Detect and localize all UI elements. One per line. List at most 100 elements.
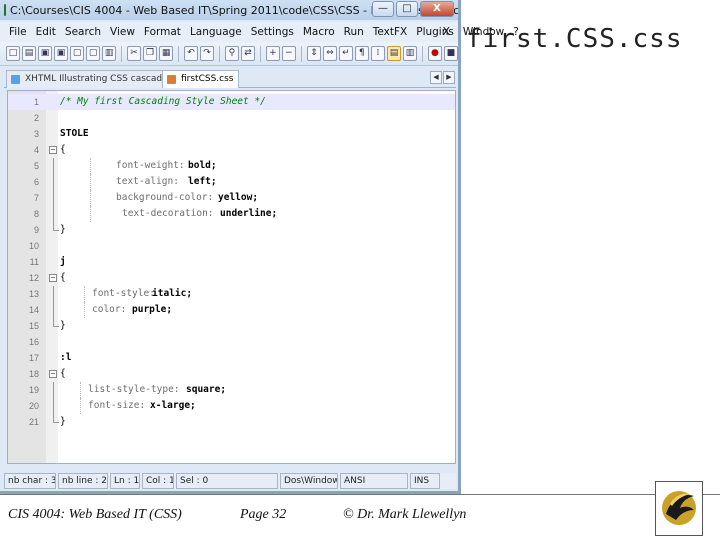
line-number: 7 — [33, 193, 39, 203]
minimize-button[interactable]: — — [372, 1, 394, 17]
redo-icon[interactable]: ↷ — [200, 46, 215, 61]
code-line: 16 — [8, 334, 455, 350]
menu-view[interactable]: View — [110, 26, 135, 38]
close-document-icon[interactable]: X — [442, 25, 450, 38]
css-value: left; — [188, 176, 217, 187]
toolbar-separator — [300, 45, 302, 62]
tab-scroll-left-icon[interactable]: ◀ — [430, 71, 442, 84]
paste-icon[interactable]: ▦ — [159, 46, 174, 61]
fold-toggle-icon[interactable]: − — [49, 274, 57, 282]
file-icon — [11, 75, 20, 84]
code-editor[interactable]: 1 /* My first Cascading Style Sheet */ 2… — [7, 90, 456, 464]
css-value: italic; — [152, 288, 193, 299]
code-line: 1 /* My first Cascading Style Sheet */ — [8, 94, 455, 110]
user-lang-icon[interactable]: ▤ — [386, 46, 401, 61]
status-line: Ln : 1 — [110, 473, 140, 489]
maximize-button[interactable]: □ — [396, 1, 418, 17]
undo-icon[interactable]: ↶ — [184, 46, 199, 61]
code-line: 21 } — [8, 414, 455, 430]
find-icon[interactable]: ⚲ — [224, 46, 239, 61]
close-file-icon[interactable]: ▢ — [70, 46, 85, 61]
menu-file[interactable]: File — [9, 26, 27, 38]
stop-macro-icon[interactable]: ■ — [443, 46, 458, 61]
code-text: { — [60, 272, 66, 283]
copy-icon[interactable]: ❐ — [143, 46, 158, 61]
word-wrap-icon[interactable]: ↵ — [338, 46, 353, 61]
menu-language[interactable]: Language — [190, 26, 242, 38]
line-number: 9 — [33, 225, 39, 235]
status-eol-format[interactable]: Dos\Windows — [280, 473, 338, 489]
zoom-out-icon[interactable]: − — [281, 46, 296, 61]
fold-toggle-icon[interactable]: − — [49, 146, 57, 154]
menu-search[interactable]: Search — [65, 26, 101, 38]
menu-settings[interactable]: Settings — [251, 26, 294, 38]
status-column: Col : 1 — [142, 473, 174, 489]
footer-divider — [0, 494, 720, 495]
code-text: j — [60, 256, 66, 267]
css-property: text-align: — [116, 176, 179, 187]
tab-scroll-right-icon[interactable]: ▶ — [443, 71, 455, 84]
footer-course: CIS 4004: Web Based IT (CSS) — [8, 507, 182, 522]
code-line: 4 − { — [8, 142, 455, 158]
menu-format[interactable]: Format — [144, 26, 181, 38]
css-value: bold; — [188, 160, 217, 171]
new-file-icon[interactable]: □ — [6, 46, 21, 61]
code-line: 11 j — [8, 254, 455, 270]
doc-map-icon[interactable]: ▥ — [402, 46, 417, 61]
save-all-icon[interactable]: ▣ — [54, 46, 69, 61]
css-value: x-large; — [150, 400, 196, 411]
menu-textfx[interactable]: TextFX — [373, 26, 407, 38]
line-number: 12 — [28, 273, 39, 283]
code-line: 8 text-decoration: underline; — [8, 206, 455, 222]
status-encoding[interactable]: ANSI — [340, 473, 408, 489]
line-number: 8 — [33, 209, 39, 219]
open-file-icon[interactable]: ▤ — [22, 46, 37, 61]
code-line: 5 font-weight: bold; — [8, 158, 455, 174]
code-line: 7 background-color: yellow; — [8, 190, 455, 206]
indent-guide-icon[interactable]: ⁞ — [370, 46, 385, 61]
line-number: 14 — [28, 305, 39, 315]
toolbar-separator — [178, 45, 179, 62]
tab-bar: XHTML Illustrating CSS cascade.html firs… — [4, 69, 456, 88]
zoom-in-icon[interactable]: + — [265, 46, 280, 61]
line-number: 20 — [28, 401, 39, 411]
line-number: 16 — [28, 337, 39, 347]
css-property: font-style: — [92, 288, 155, 299]
tab-first-css[interactable]: firstCSS.css — [162, 70, 240, 88]
menu-bar: File Edit Search View Format Language Se… — [0, 22, 519, 42]
cut-icon[interactable]: ✂ — [127, 46, 142, 61]
status-selection: Sel : 0 — [176, 473, 278, 489]
menu-macro[interactable]: Macro — [303, 26, 335, 38]
line-number: 17 — [28, 353, 39, 363]
line-number: 2 — [33, 113, 39, 123]
code-line: 15 } — [8, 318, 455, 334]
code-text: STOLE — [60, 128, 89, 139]
line-number: 13 — [28, 289, 39, 299]
menu-run[interactable]: Run — [344, 26, 364, 38]
css-value: underline; — [220, 208, 278, 219]
toolbar-separator — [219, 45, 220, 62]
line-number: 4 — [33, 145, 39, 155]
record-macro-icon[interactable]: ● — [427, 46, 442, 61]
css-value: purple; — [132, 304, 173, 315]
close-button[interactable]: X — [420, 1, 454, 17]
code-line: 19 list-style-type: square; — [8, 382, 455, 398]
save-icon[interactable]: ▣ — [38, 46, 53, 61]
sync-vertical-icon[interactable]: ⇕ — [306, 46, 321, 61]
replace-icon[interactable]: ⇄ — [240, 46, 255, 61]
fold-toggle-icon[interactable]: − — [49, 370, 57, 378]
close-all-icon[interactable]: ▢ — [86, 46, 101, 61]
show-all-chars-icon[interactable]: ¶ — [354, 46, 369, 61]
sync-horizontal-icon[interactable]: ⇔ — [322, 46, 337, 61]
menu-edit[interactable]: Edit — [36, 26, 56, 38]
footer-author: © Dr. Mark Llewellyn — [343, 507, 467, 522]
css-property: list-style-type: — [88, 384, 180, 395]
code-line: 10 — [8, 238, 455, 254]
css-property: background-color: — [116, 192, 214, 203]
code-line: 6 text-align: left; — [8, 174, 455, 190]
css-value: square; — [186, 384, 227, 395]
code-text: } — [60, 320, 66, 331]
code-line: 9 } — [8, 222, 455, 238]
css-property: font-weight: — [116, 160, 185, 171]
print-icon[interactable]: ▥ — [102, 46, 117, 61]
